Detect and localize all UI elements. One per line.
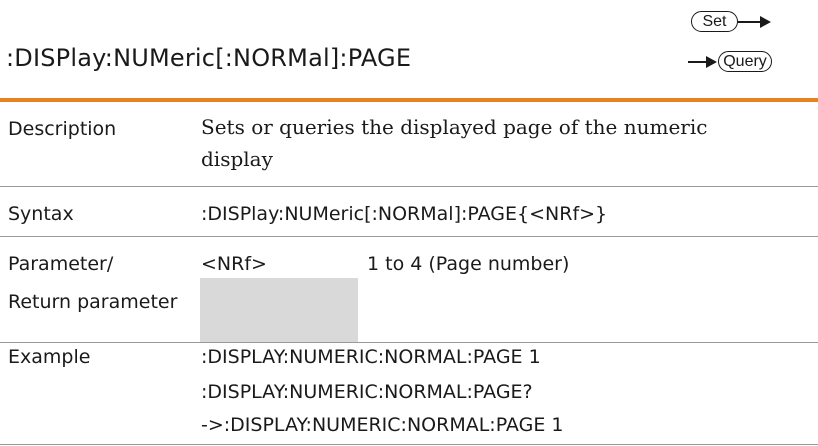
description-label: Description — [8, 118, 117, 140]
example-line-3: ->:DISPLAY:NUMERIC:NORMAL:PAGE 1 — [201, 414, 564, 436]
query-pill: Query — [718, 51, 772, 72]
row-divider — [0, 236, 818, 237]
arrow-right-icon — [738, 15, 771, 28]
syntax-label: Syntax — [8, 203, 74, 225]
parameter-label-line-1: Parameter/ — [8, 253, 114, 275]
description-line-2: display — [201, 147, 273, 171]
example-line-1: :DISPLAY:NUMERIC:NORMAL:PAGE 1 — [201, 346, 541, 368]
syntax-value: :DISPlay:NUMeric[:NORMal]:PAGE{<NRf>} — [201, 203, 608, 225]
set-pill: Set — [691, 11, 738, 32]
parameter-name: <NRf> — [201, 253, 267, 275]
command-title: :DISPlay:NUMeric[:NORMal]:PAGE — [6, 44, 412, 72]
parameter-description: 1 to 4 (Page number) — [367, 253, 570, 275]
row-divider — [0, 342, 818, 343]
example-line-2: :DISPLAY:NUMERIC:NORMAL:PAGE? — [201, 381, 533, 403]
header-rule — [0, 98, 818, 102]
parameter-label-line-2: Return parameter — [8, 291, 178, 313]
example-label: Example — [8, 346, 91, 368]
row-divider — [0, 444, 818, 445]
parameter-name-shade — [200, 278, 358, 342]
row-divider — [0, 186, 818, 187]
description-line-1: Sets or queries the displayed page of th… — [201, 115, 708, 139]
arrow-right-icon — [688, 55, 717, 68]
query-badge: Query — [688, 51, 772, 72]
set-badge: Set — [691, 11, 772, 32]
